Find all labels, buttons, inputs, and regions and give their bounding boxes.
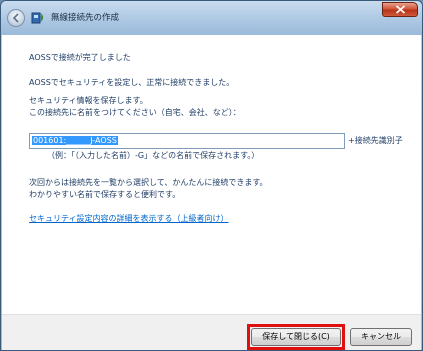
window-title: 無線接続先の作成 — [51, 13, 120, 23]
tip-text: わかりやすい名前で保存すると便利です。 — [29, 190, 181, 199]
back-button[interactable] — [7, 9, 25, 27]
security-details-link[interactable]: セキュリティ設定内容の詳細を表示する（上級者向け） — [29, 213, 229, 225]
completion-heading: AOSSで接続が完了しました — [29, 53, 131, 62]
example-text: （例：「（入力した名前）-G」などの名前で保存されます。） — [47, 151, 260, 160]
save-info-text: セキュリティ情報を保存します。 — [29, 96, 148, 105]
next-time-text: 次回からは接続先を一覧から選択して、かんたんに接続できます。 — [29, 178, 268, 187]
identifier-suffix-label: +接続先識別子 — [348, 136, 403, 145]
title-bar: 無線接続先の作成 — [1, 1, 422, 35]
close-button[interactable] — [382, 2, 418, 17]
wizard-window: 無線接続先の作成 AOSSで接続が完了しました AOSSでセキュリティを設定し、… — [0, 0, 423, 351]
cancel-button[interactable]: キャンセル — [350, 328, 412, 346]
security-status-text: AOSSでセキュリティを設定し、正常に接続できました。 — [29, 78, 235, 87]
button-bar: 保存して閉じる(C) キャンセル — [2, 314, 421, 350]
connection-name-value: 001601:______J-AOSS — [32, 136, 118, 145]
connection-name-input[interactable]: 001601:______J-AOSS — [29, 133, 345, 149]
name-prompt-text: この接続先に名前をつけてください（自宅、会社、など）： — [29, 108, 241, 117]
network-wizard-icon — [31, 10, 45, 24]
save-and-close-button[interactable]: 保存して閉じる(C) — [251, 328, 341, 346]
wizard-content: AOSSで接続が完了しました AOSSでセキュリティを設定し、正常に接続できまし… — [2, 35, 421, 314]
